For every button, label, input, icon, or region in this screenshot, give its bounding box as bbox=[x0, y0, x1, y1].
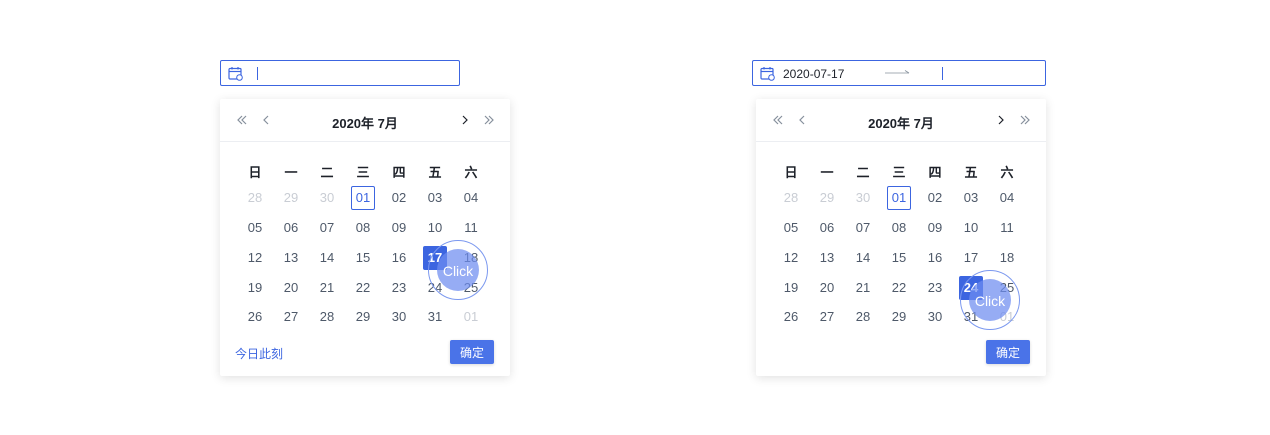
weekday-header: 六 bbox=[1000, 165, 1014, 180]
date-cell[interactable]: 23 bbox=[387, 276, 411, 300]
click-indicator-label: Click bbox=[442, 263, 474, 279]
next-year-icon[interactable] bbox=[1017, 112, 1033, 128]
date-cell[interactable]: 15 bbox=[351, 246, 375, 270]
date-range-panel: 2020年 7月 日 一 二 三 四 五 六 28 29 30 01 02 03 04 05 06 07 08 09… bbox=[756, 99, 1046, 376]
confirm-button[interactable]: 确定 bbox=[986, 340, 1030, 364]
date-cell[interactable]: 04 bbox=[995, 186, 1019, 210]
date-cell[interactable]: 29 bbox=[815, 186, 839, 210]
weekday-header: 一 bbox=[820, 165, 834, 180]
weekday-header: 二 bbox=[856, 165, 870, 180]
date-cell[interactable]: 22 bbox=[887, 276, 911, 300]
date-range-input[interactable]: 2020-07-17 bbox=[752, 60, 1046, 86]
date-cell[interactable]: 10 bbox=[423, 216, 447, 240]
date-cell[interactable]: 12 bbox=[779, 246, 803, 270]
panel-header: 2020年 7月 bbox=[756, 99, 1046, 142]
date-cell[interactable]: 07 bbox=[315, 216, 339, 240]
calendar-icon bbox=[760, 67, 775, 81]
click-indicator-label: Click bbox=[974, 293, 1006, 309]
date-cell[interactable]: 13 bbox=[815, 246, 839, 270]
panel-header: 2020年 7月 bbox=[220, 99, 510, 142]
date-cell[interactable]: 03 bbox=[959, 186, 983, 210]
weekday-header: 三 bbox=[892, 165, 906, 180]
date-cell[interactable]: 28 bbox=[243, 186, 267, 210]
today-now-link[interactable]: 今日此刻 bbox=[235, 345, 283, 362]
confirm-button[interactable]: 确定 bbox=[450, 340, 494, 364]
date-cell[interactable]: 13 bbox=[279, 246, 303, 270]
date-cell[interactable]: 12 bbox=[243, 246, 267, 270]
date-cell[interactable]: 19 bbox=[779, 276, 803, 300]
next-month-icon[interactable] bbox=[993, 112, 1009, 128]
date-cell[interactable]: 14 bbox=[315, 246, 339, 270]
range-arrow-icon bbox=[885, 70, 910, 74]
date-cell[interactable]: 09 bbox=[387, 216, 411, 240]
date-cell[interactable]: 15 bbox=[887, 246, 911, 270]
date-cell[interactable]: 30 bbox=[851, 186, 875, 210]
date-cell[interactable]: 05 bbox=[779, 216, 803, 240]
weekday-header: 四 bbox=[392, 165, 406, 180]
weekday-header: 三 bbox=[356, 165, 370, 180]
date-cell[interactable]: 08 bbox=[351, 216, 375, 240]
date-cell[interactable]: 17 bbox=[959, 246, 983, 270]
weekday-header: 日 bbox=[784, 165, 798, 180]
date-cell[interactable]: 10 bbox=[959, 216, 983, 240]
date-cell[interactable]: 29 bbox=[887, 305, 911, 329]
date-cell[interactable]: 21 bbox=[851, 276, 875, 300]
date-cell[interactable]: 01 bbox=[351, 186, 375, 210]
date-input[interactable] bbox=[220, 60, 460, 86]
date-picker-panel: 2020年 7月 日 一 二 三 四 五 六 28 29 30 01 02 03 04 05 06 07 08 09… bbox=[220, 99, 510, 376]
date-cell[interactable]: 20 bbox=[815, 276, 839, 300]
date-cell[interactable]: 29 bbox=[279, 186, 303, 210]
weekday-header: 日 bbox=[248, 165, 262, 180]
date-cell[interactable]: 30 bbox=[387, 305, 411, 329]
date-cell[interactable]: 20 bbox=[279, 276, 303, 300]
date-cell[interactable]: 26 bbox=[779, 305, 803, 329]
weekday-header: 四 bbox=[928, 165, 942, 180]
date-cell[interactable]: 14 bbox=[851, 246, 875, 270]
date-cell[interactable]: 22 bbox=[351, 276, 375, 300]
date-cell[interactable]: 05 bbox=[243, 216, 267, 240]
weekday-header: 六 bbox=[464, 165, 478, 180]
date-cell[interactable]: 06 bbox=[815, 216, 839, 240]
date-cell[interactable]: 30 bbox=[923, 305, 947, 329]
next-month-icon[interactable] bbox=[457, 112, 473, 128]
text-caret bbox=[257, 67, 258, 80]
date-cell[interactable]: 27 bbox=[815, 305, 839, 329]
date-cell[interactable]: 02 bbox=[923, 186, 947, 210]
text-caret bbox=[942, 67, 943, 80]
date-cell[interactable]: 16 bbox=[923, 246, 947, 270]
next-year-icon[interactable] bbox=[481, 112, 497, 128]
date-cell[interactable]: 08 bbox=[887, 216, 911, 240]
weekday-header: 二 bbox=[320, 165, 334, 180]
weekday-header: 五 bbox=[964, 165, 978, 180]
date-cell[interactable]: 28 bbox=[315, 305, 339, 329]
date-cell[interactable]: 23 bbox=[923, 276, 947, 300]
date-cell[interactable]: 27 bbox=[279, 305, 303, 329]
date-cell[interactable]: 01 bbox=[887, 186, 911, 210]
date-cell[interactable]: 31 bbox=[423, 305, 447, 329]
date-cell[interactable]: 09 bbox=[923, 216, 947, 240]
date-cell[interactable]: 01 bbox=[459, 305, 483, 329]
date-cell[interactable]: 26 bbox=[243, 305, 267, 329]
date-cell[interactable]: 04 bbox=[459, 186, 483, 210]
date-cell[interactable]: 21 bbox=[315, 276, 339, 300]
date-cell[interactable]: 11 bbox=[995, 216, 1019, 240]
date-cell[interactable]: 11 bbox=[459, 216, 483, 240]
range-start-value: 2020-07-17 bbox=[783, 67, 845, 81]
calendar-icon bbox=[228, 67, 243, 81]
date-cell[interactable]: 16 bbox=[387, 246, 411, 270]
weekday-header: 五 bbox=[428, 165, 442, 180]
date-cell[interactable]: 19 bbox=[243, 276, 267, 300]
date-cell[interactable]: 07 bbox=[851, 216, 875, 240]
date-cell[interactable]: 03 bbox=[423, 186, 447, 210]
date-cell[interactable]: 02 bbox=[387, 186, 411, 210]
date-cell[interactable]: 18 bbox=[995, 246, 1019, 270]
date-cell[interactable]: 28 bbox=[779, 186, 803, 210]
date-cell[interactable]: 28 bbox=[851, 305, 875, 329]
weekday-header: 一 bbox=[284, 165, 298, 180]
date-cell[interactable]: 06 bbox=[279, 216, 303, 240]
date-cell[interactable]: 30 bbox=[315, 186, 339, 210]
date-cell[interactable]: 29 bbox=[351, 305, 375, 329]
